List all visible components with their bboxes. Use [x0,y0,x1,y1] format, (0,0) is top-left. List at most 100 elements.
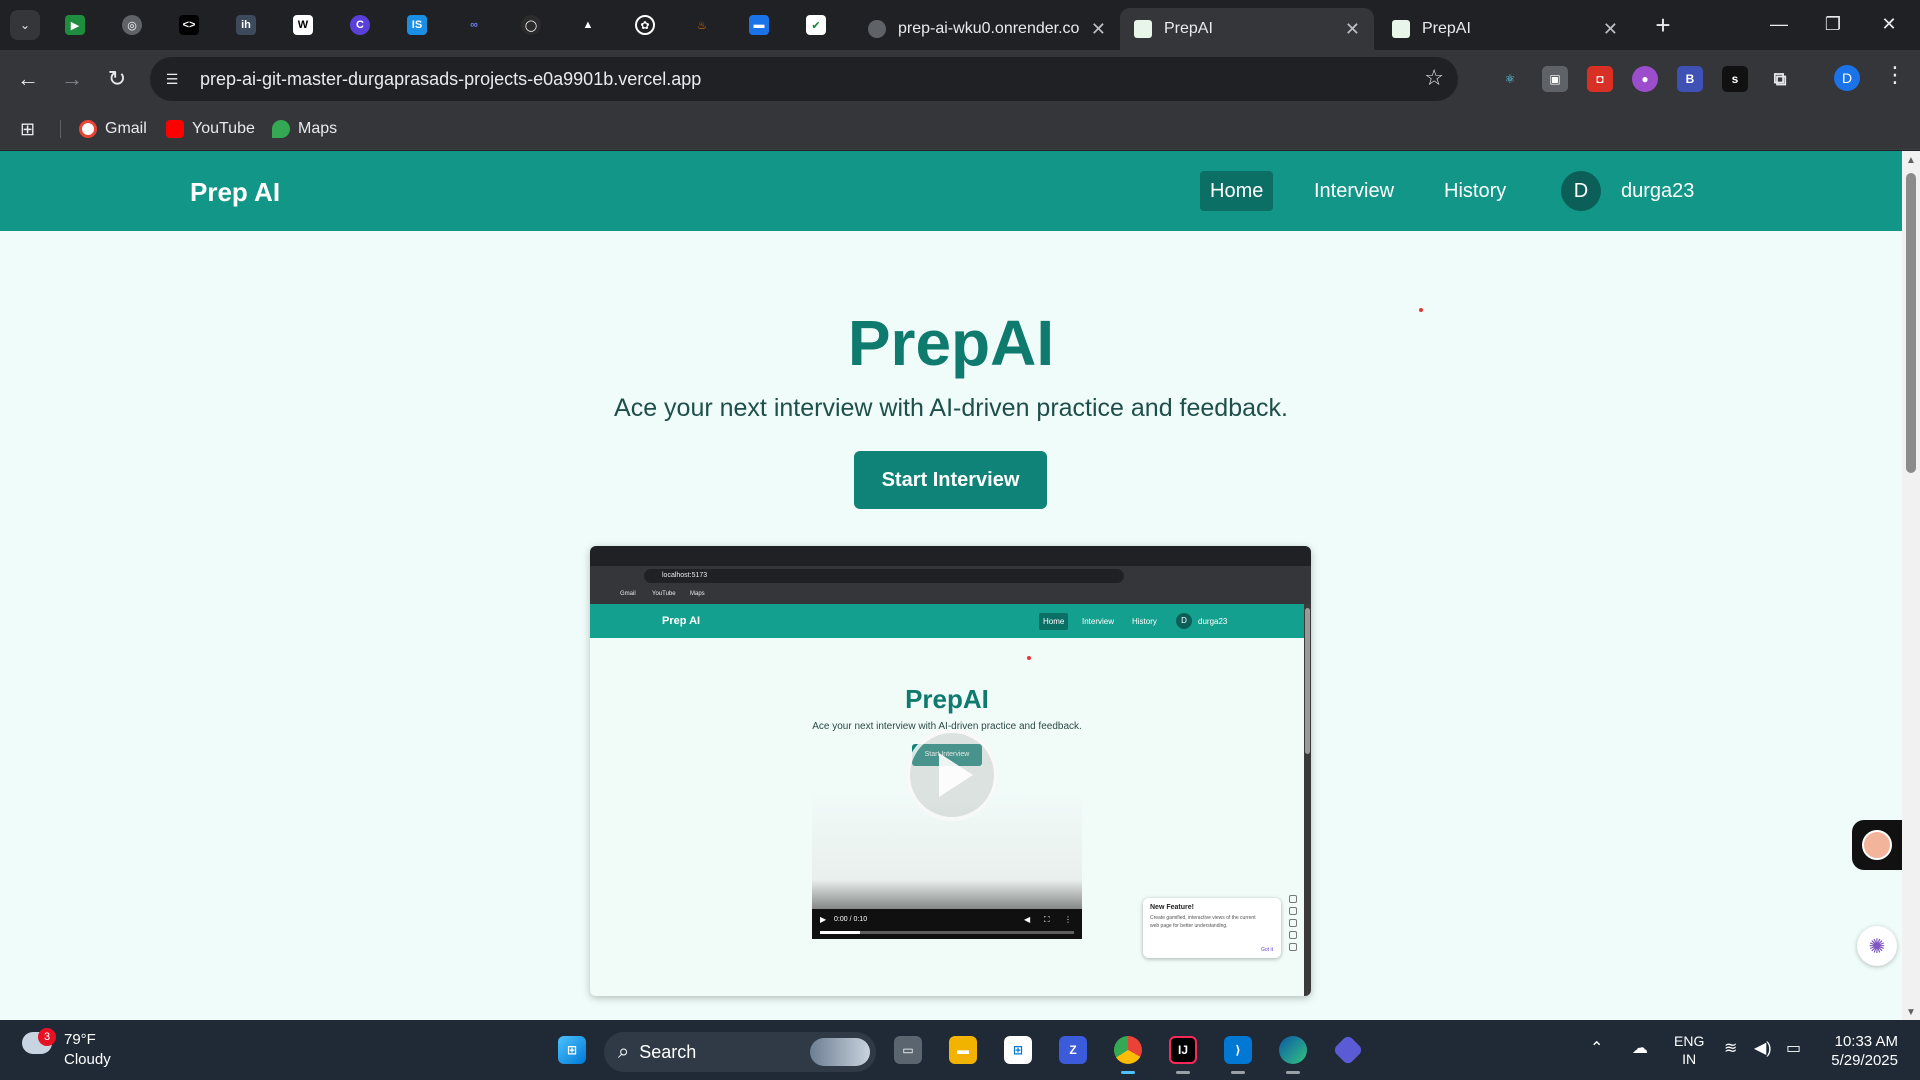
pinned-tab-extension[interactable]: ▶ [58,10,92,40]
app-z-button[interactable]: Z [1053,1030,1093,1070]
tab-title: PrepAI [1164,20,1213,37]
extensions-puzzle-icon[interactable]: ⧉ [1767,66,1793,92]
pinned-tab-code[interactable]: <> [172,10,206,40]
close-icon[interactable]: ✕ [1091,19,1106,40]
minimize-button[interactable]: — [1756,6,1802,42]
close-icon[interactable]: ✕ [1345,19,1360,40]
wifi-icon[interactable]: ≋ [1724,1038,1737,1058]
bookmark-youtube[interactable]: YouTube [166,116,255,142]
site-brand[interactable]: Prep AI [190,177,280,208]
bookmark-star-icon[interactable]: ☆ [1424,65,1444,91]
pinned-tab-link[interactable]: ∞ [457,10,491,40]
tab-prepai[interactable]: PrepAI ✕ [1378,8,1632,50]
address-url: prep-ai-git-master-durgaprasads-projects… [200,68,702,89]
pinned-tab-triangle[interactable]: ▲ [571,10,605,40]
demo-bookmark: Gmail [620,591,636,597]
globe-icon: ◎ [122,15,142,35]
extension-grey-icon[interactable]: ▣ [1542,66,1568,92]
volume-icon[interactable]: ◀) [1754,1038,1772,1058]
back-button[interactable]: ← [12,63,44,95]
demo-tab-strip [590,546,1311,566]
task-view-button[interactable]: ▭ [888,1030,928,1070]
system-clock[interactable]: 10:33 AM 5/29/2025 [1818,1032,1898,1070]
pinned-tab-fire[interactable]: ♨ [685,10,719,40]
react-devtools-icon[interactable]: ⚛ [1497,66,1523,92]
edge-button[interactable] [1273,1030,1313,1074]
demo-video[interactable]: localhost:5173 Gmail YouTube Maps Prep A… [590,546,1311,996]
site-info-icon[interactable]: ☰ [154,61,190,97]
forward-button[interactable]: → [56,63,88,95]
store-icon: ⊞ [1004,1036,1032,1064]
tab-title: prep-ai-wku0.onrender.co [898,20,1080,37]
triangle-icon: ▲ [582,19,594,31]
pinned-tab-folder[interactable]: ▬ [742,10,776,40]
taskbar-search[interactable]: ⌕ Search [604,1032,876,1072]
user-name[interactable]: durga23 [1621,180,1694,203]
extension-purple-icon[interactable]: ● [1632,66,1658,92]
check-icon: ✔ [806,15,826,35]
address-bar[interactable]: ☰ prep-ai-git-master-durgaprasads-projec… [150,57,1458,101]
pinned-tab-is[interactable]: IS [400,10,434,40]
user-avatar[interactable]: D [1561,171,1601,211]
language-code: ENG [1674,1033,1705,1049]
page-scrollbar[interactable]: ▲ ▼ [1902,151,1920,1020]
bookmark-maps[interactable]: Maps [272,116,337,142]
pinned-tab-c[interactable]: C [343,10,377,40]
input-language[interactable]: ENG IN [1674,1032,1704,1068]
code-icon: <> [179,15,199,35]
windows-logo-icon: ⊞ [558,1036,586,1064]
shield-icon: ▶ [65,15,85,35]
scroll-down-icon[interactable]: ▼ [1906,1007,1916,1018]
demo-red-dot [1027,656,1031,660]
nav-interview[interactable]: Interview [1304,171,1404,211]
tab-prep-ai-render[interactable]: prep-ai-wku0.onrender.co ✕ [854,8,1120,50]
scrollbar-thumb[interactable] [1906,173,1916,473]
store-button[interactable]: ⊞ [998,1030,1038,1070]
reload-button[interactable]: ↻ [101,63,133,95]
weather-condition[interactable]: Cloudy [64,1051,111,1068]
edge-icon [1279,1036,1307,1064]
volume-icon: ◀ [1024,915,1031,924]
pinned-tab-github[interactable]: ◯ [514,10,548,40]
profile-avatar[interactable]: D [1834,65,1860,91]
browser-tab-strip: ⌄ ▶ ◎ <> ih W C IS ∞ ◯ ▲ ✿ ♨ ▬ ✔ prep-ai… [0,0,1920,50]
start-interview-button[interactable]: Start Interview [854,451,1047,509]
app-diamond-button[interactable] [1328,1030,1368,1070]
nav-home[interactable]: Home [1200,171,1274,211]
bookmark-gmail[interactable]: Gmail [79,116,147,142]
weather-temperature[interactable]: 79°F [64,1031,96,1048]
intellij-button[interactable]: IJ [1163,1030,1203,1074]
pinned-tab-w[interactable]: W [286,10,320,40]
pinned-tab-ih[interactable]: ih [229,10,263,40]
extension-dark-icon[interactable]: s [1722,66,1748,92]
tab-title: PrepAI [1422,20,1471,37]
pocket-icon[interactable]: ◘ [1587,66,1613,92]
start-button[interactable]: ⊞ [552,1030,592,1070]
battery-icon[interactable]: ▭ [1786,1038,1801,1058]
pinned-tab-check[interactable]: ✔ [799,10,833,40]
demo-nav-home: Home [1039,613,1069,630]
scroll-up-icon[interactable]: ▲ [1906,155,1916,166]
more-menu-icon[interactable]: ⋮ [1884,62,1906,88]
tray-chevron-icon[interactable]: ⌃ [1590,1038,1603,1058]
new-tab-button[interactable]: + [1648,10,1678,40]
chrome-button[interactable] [1108,1030,1148,1074]
search-icon: ⌕ [618,1040,630,1063]
tab-search-button[interactable]: ⌄ [10,10,40,40]
tab-prepai-active[interactable]: PrepAI ✕ [1120,8,1374,50]
pinned-tab-web[interactable]: ◎ [115,10,149,40]
floating-assistant-widget[interactable] [1852,820,1902,870]
close-window-button[interactable]: ✕ [1866,6,1912,42]
pinned-tab-openai[interactable]: ✿ [628,10,662,40]
brain-icon[interactable]: ✺ [1857,926,1897,966]
c-logo-icon: C [350,15,370,35]
restore-button[interactable]: ❐ [1810,6,1856,42]
close-icon[interactable]: ✕ [1603,19,1618,40]
extension-b-icon[interactable]: B [1677,66,1703,92]
onedrive-icon[interactable]: ☁ [1632,1038,1648,1058]
vscode-button[interactable]: ⟩ [1218,1030,1258,1074]
apps-grid-icon[interactable]: ⊞ [20,116,35,142]
nav-history[interactable]: History [1434,171,1516,211]
play-button[interactable] [906,729,998,821]
file-explorer-button[interactable]: ▬ [943,1030,983,1070]
